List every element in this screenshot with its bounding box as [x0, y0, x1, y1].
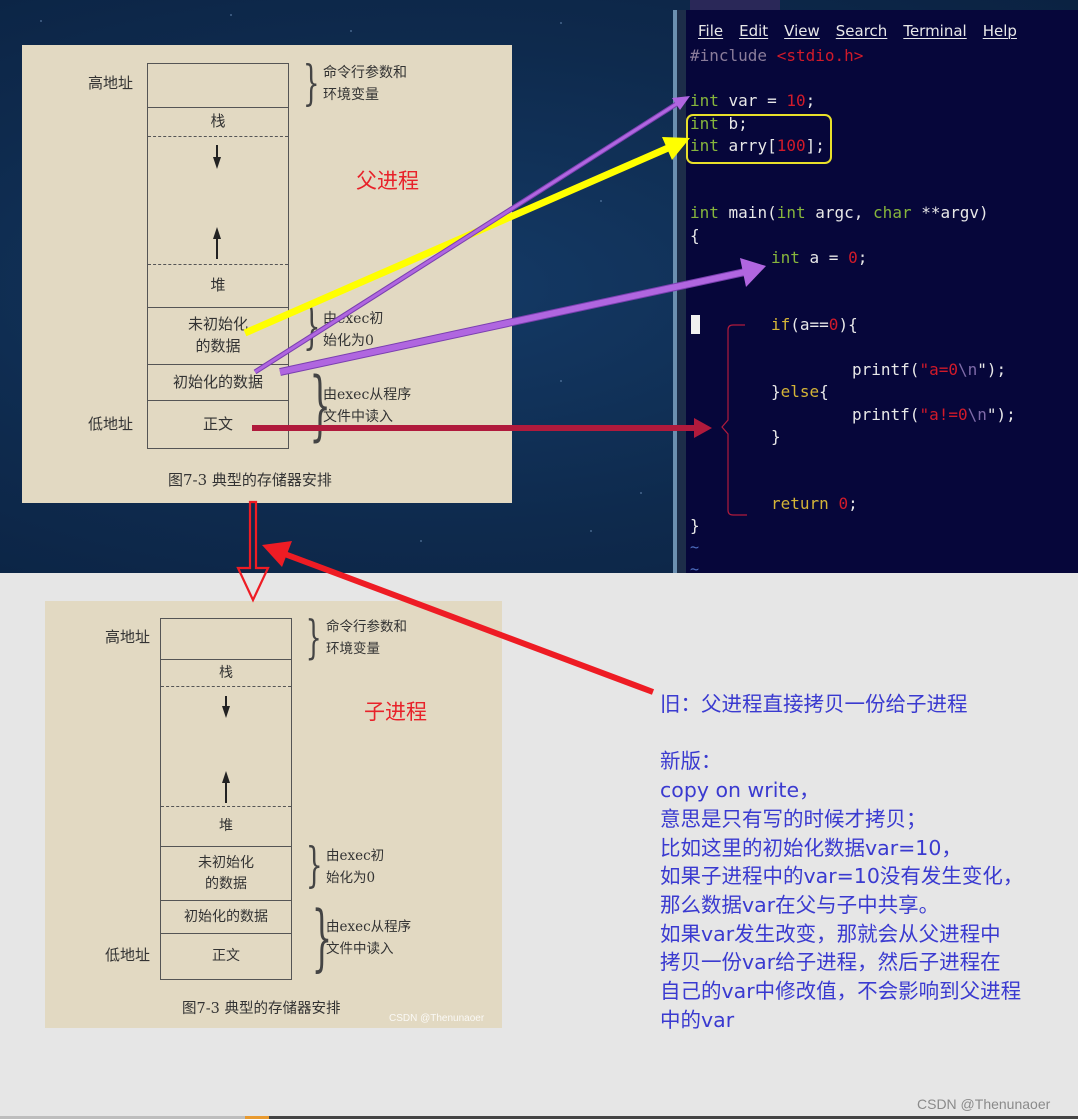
purple-arrow-a — [279, 258, 766, 376]
note-line: 中的var — [660, 1007, 735, 1032]
crimson-arrowhead — [694, 418, 712, 438]
note-line: 比如这里的初始化数据var=10， — [660, 835, 962, 860]
note-line: 那么数据var在父与子中共享。 — [660, 892, 940, 917]
note-spacer — [660, 719, 1023, 748]
crimson-arrow — [252, 418, 712, 438]
note-line: 如果子进程中的var=10没有发生变化， — [660, 864, 1024, 889]
red-arrow-shaft — [280, 550, 655, 695]
code-block-bracket — [721, 324, 747, 516]
note-line: 如果var发生改变，那就会从父进程中 — [660, 921, 1001, 946]
note-line: copy on write， — [660, 778, 820, 803]
note-line: 拷贝一份var给子进程，然后子进程在 — [660, 950, 1001, 975]
note-line: 意思是只有写的时候才拷贝； — [660, 806, 927, 831]
purple-arrowhead — [740, 258, 766, 287]
red-arrow — [262, 541, 655, 695]
note-new-title: 新版： — [660, 749, 722, 774]
explanation-notes: 旧：父进程直接拷贝一份给子进程 新版： copy on write， 意思是只有写的时… — [660, 690, 1023, 1034]
note-old: 旧：父进程直接拷贝一份给子进程 — [660, 692, 968, 716]
hollow-down-arrow-shape — [236, 500, 270, 603]
note-line: 自己的var中修改值，不会影响到父进程 — [660, 979, 1022, 1004]
csdn-watermark: CSDN @Thenunaoer — [917, 1096, 1051, 1112]
hollow-down-arrow — [236, 500, 270, 603]
